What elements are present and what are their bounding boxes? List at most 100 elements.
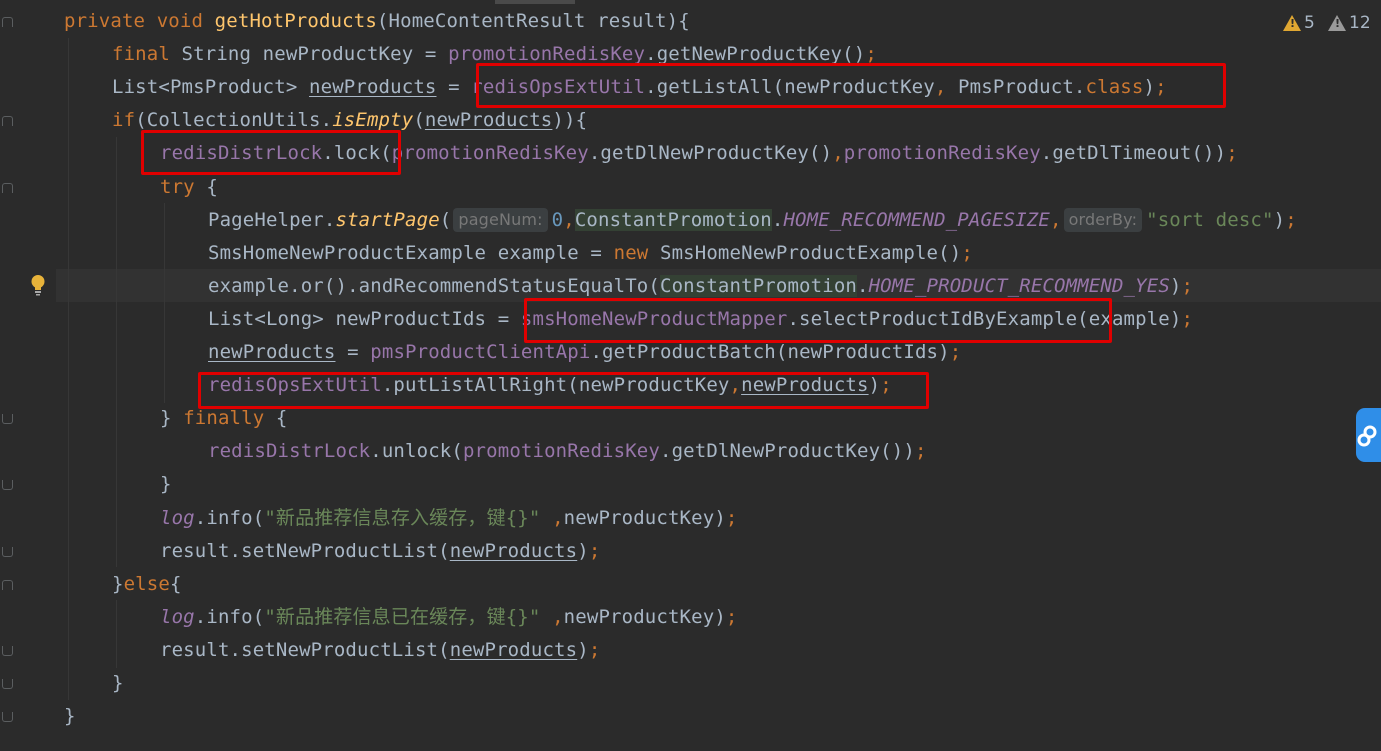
floating-assistant-button[interactable]: [1356, 408, 1381, 462]
horizontal-scrollbar[interactable]: [495, 0, 575, 4]
code-token: startPage: [335, 208, 440, 231]
code-editor[interactable]: private void getHotProducts(HomeContentR…: [0, 0, 1381, 751]
warning-icon: [1283, 15, 1301, 31]
code-line[interactable]: }: [64, 700, 76, 733]
weak-warning-count[interactable]: 12: [1328, 12, 1371, 34]
code-token: .putListAllRight(newProductKey: [381, 374, 730, 397]
code-line[interactable]: }: [160, 468, 172, 501]
fold-close-icon[interactable]: [2, 645, 13, 656]
code-line[interactable]: List<PmsProduct> newProducts = redisOpsE…: [112, 71, 1167, 104]
code-token: .info(: [194, 506, 265, 529]
code-token: }: [160, 407, 184, 430]
code-token: (CollectionUtils.: [135, 109, 333, 132]
code-line[interactable]: redisDistrLock.lock(promotionRedisKey.ge…: [160, 137, 1238, 170]
code-token: ,: [832, 142, 844, 165]
code-token: .selectProductIdByExample(example): [787, 307, 1182, 330]
code-token: String newProductKey =: [181, 43, 449, 66]
warning-count-value: 5: [1304, 13, 1315, 33]
code-token: ,: [729, 374, 742, 397]
code-line[interactable]: final String newProductKey = promotionRe…: [112, 38, 877, 71]
code-token: {: [206, 175, 218, 198]
code-line[interactable]: }: [112, 667, 124, 700]
fold-open-icon[interactable]: [2, 17, 13, 27]
code-token: ;: [1285, 208, 1297, 231]
code-token: else: [123, 572, 170, 595]
code-line[interactable]: result.setNewProductList(newProducts);: [160, 535, 600, 568]
code-token: redisDistrLock: [160, 142, 323, 165]
code-token: final: [112, 43, 182, 66]
code-token: (HomeContentResult result){: [376, 10, 690, 32]
code-token: ,: [552, 506, 564, 529]
parameter-hint: pageNum:: [453, 207, 548, 232]
code-token: isEmpty: [332, 109, 414, 132]
code-token: .: [857, 274, 869, 297]
code-token: log: [160, 506, 195, 529]
code-token: }: [112, 572, 124, 595]
code-token: ;: [1181, 274, 1194, 297]
code-token: ;: [1226, 142, 1238, 165]
fold-open-icon[interactable]: [2, 579, 13, 590]
fold-open-icon[interactable]: [2, 182, 13, 193]
code-line[interactable]: result.setNewProductList(newProducts);: [160, 634, 600, 667]
code-token: {: [575, 109, 588, 132]
code-token: }: [64, 705, 76, 728]
code-token: .getNewProductKey(): [645, 43, 866, 66]
code-token: finally: [183, 407, 276, 430]
code-line[interactable]: private void getHotProducts(HomeContentR…: [64, 5, 690, 38]
code-token: redisOpsExtUtil: [208, 374, 382, 397]
code-token: ,: [1049, 208, 1062, 231]
code-line[interactable]: SmsHomeNewProductExample example = new S…: [208, 237, 973, 270]
code-line[interactable]: if(CollectionUtils.isEmpty(newProducts))…: [112, 104, 587, 137]
code-line[interactable]: redisOpsExtUtil.putListAllRight(newProdu…: [208, 369, 892, 402]
code-token: newProducts: [309, 76, 437, 99]
code-token: .getDlNewProductKey()): [659, 440, 915, 463]
code-token: ;: [961, 241, 973, 264]
code-line[interactable]: example.or().andRecommendStatusEqualTo(C…: [208, 270, 1193, 303]
code-token: newProductKey): [563, 506, 726, 529]
code-token: promotionRedisKey: [843, 142, 1041, 165]
code-token: promotionRedisKey: [462, 440, 660, 463]
fold-close-icon[interactable]: [2, 480, 13, 491]
code-token: ;: [1155, 76, 1167, 99]
lightbulb-icon[interactable]: [30, 274, 46, 296]
code-token: (: [439, 208, 452, 231]
fold-close-icon[interactable]: [2, 414, 13, 425]
code-token: promotionRedisKey: [448, 43, 646, 66]
fold-close-icon[interactable]: [2, 679, 13, 689]
code-token: ): [868, 374, 881, 397]
code-token: )): [552, 109, 576, 132]
code-line[interactable]: newProducts = pmsProductClientApi.getPro…: [208, 336, 961, 369]
code-token: ConstantPromotion: [574, 208, 772, 231]
fold-close-icon[interactable]: [2, 712, 13, 723]
code-token: newProducts: [208, 341, 336, 363]
indent-guide: [164, 203, 165, 403]
code-token: 0: [551, 208, 564, 231]
code-line[interactable]: } finally {: [160, 402, 288, 435]
code-line[interactable]: log.info("新品推荐信息已在缓存，键{}" ,newProductKey…: [160, 601, 738, 634]
weak-warning-icon: [1328, 15, 1346, 31]
code-line[interactable]: try {: [160, 171, 218, 204]
code-token: redisDistrLock: [208, 440, 371, 463]
warning-count[interactable]: 5: [1283, 12, 1315, 34]
code-line[interactable]: }else{: [112, 568, 182, 601]
code-token: "新品推荐信息已在缓存，键{}": [264, 605, 553, 628]
code-token: (: [413, 109, 425, 132]
code-line[interactable]: PageHelper.startPage(pageNum: 0,ConstantP…: [208, 204, 1297, 237]
code-token: newProducts: [424, 109, 553, 132]
code-token: =: [335, 341, 371, 363]
code-line[interactable]: log.info("新品推荐信息存入缓存，键{}" ,newProductKey…: [160, 502, 738, 535]
code-token: ,: [552, 605, 564, 628]
fold-open-icon[interactable]: [2, 116, 13, 127]
code-token: ): [577, 638, 589, 661]
code-token: ;: [725, 506, 738, 529]
code-token: List<PmsProduct>: [112, 76, 310, 99]
code-token: HOME_PRODUCT_RECOMMEND_YES: [868, 274, 1170, 297]
code-token: .getDlNewProductKey(): [588, 142, 833, 165]
code-line[interactable]: redisDistrLock.unlock(promotionRedisKey.…: [208, 435, 927, 468]
code-token: SmsHomeNewProductExample example =: [208, 241, 614, 264]
code-token: redisOpsExtUtil: [471, 76, 646, 99]
fold-close-icon[interactable]: [2, 546, 13, 557]
code-line[interactable]: List<Long> newProductIds = smsHomeNewPro…: [208, 303, 1193, 336]
code-token: .getDlTimeout()): [1040, 142, 1227, 165]
code-token: newProducts: [449, 539, 578, 562]
